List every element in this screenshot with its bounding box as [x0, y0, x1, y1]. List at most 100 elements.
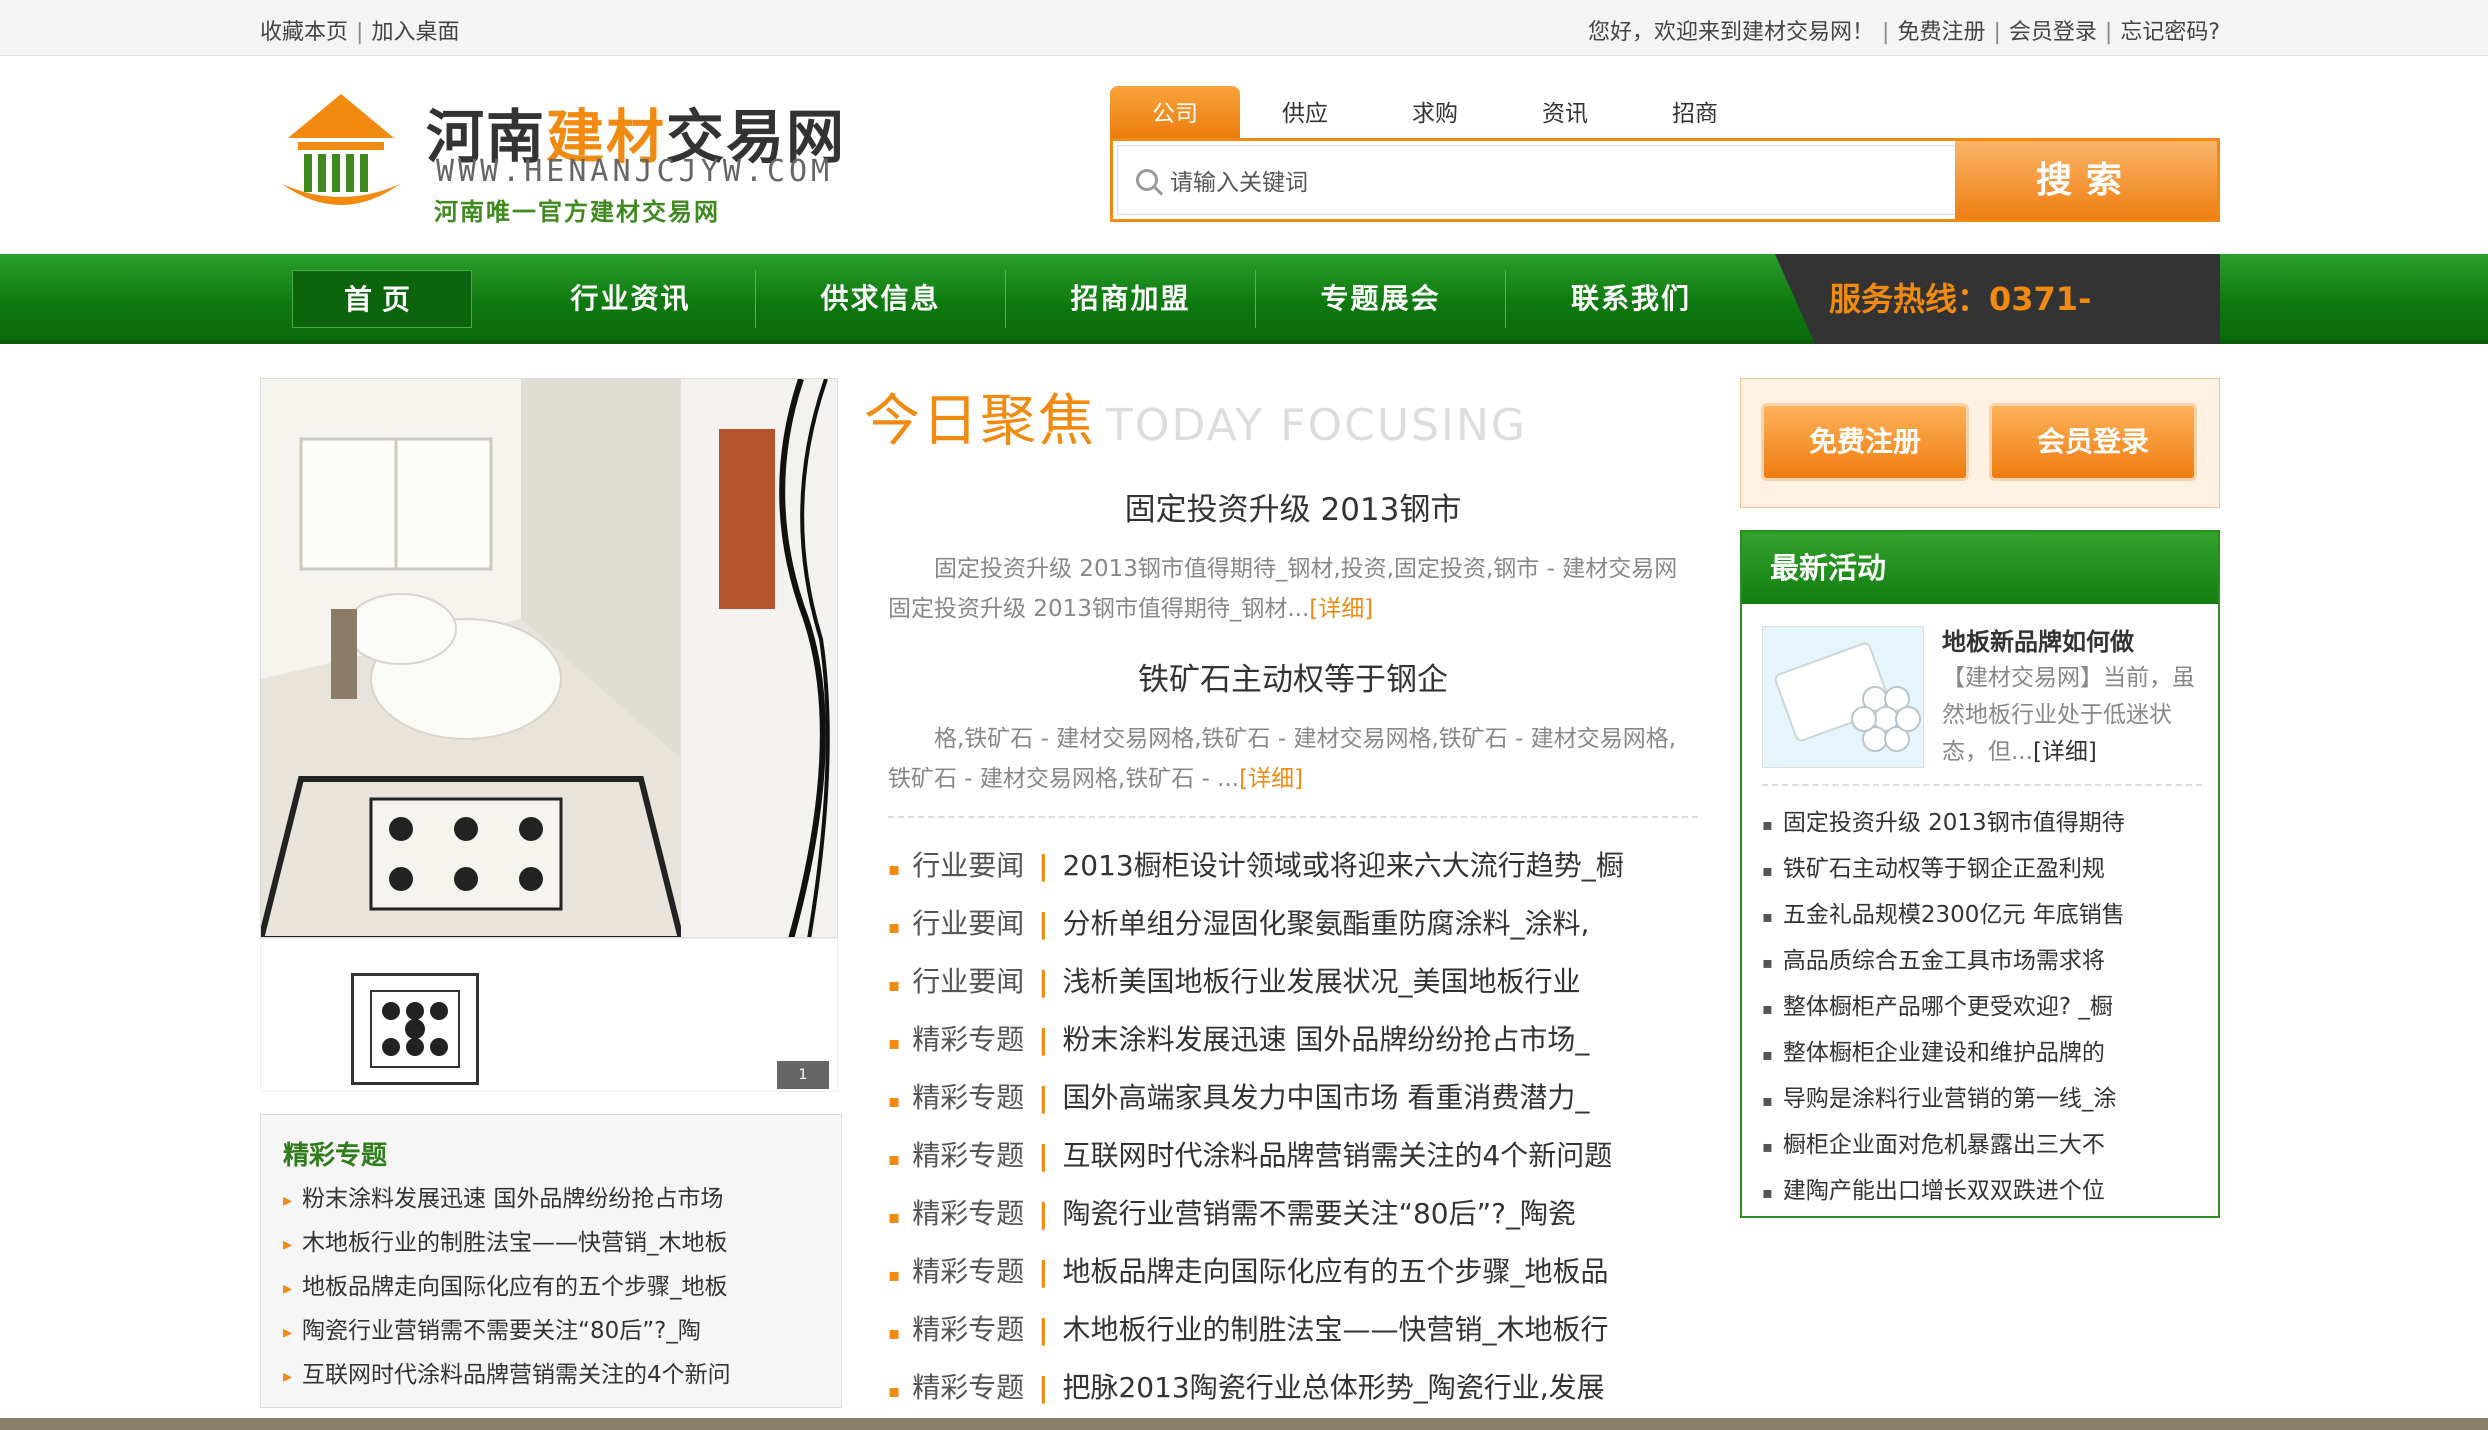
bullet-icon: ▪ [888, 1381, 901, 1402]
article-more-link[interactable]: [详细] [1239, 766, 1303, 792]
list-item[interactable]: 铁矿石主动权等于钢企正盈利规 [1762, 846, 2202, 892]
list-item[interactable]: 橱柜企业面对危机暴露出三大不 [1762, 1122, 2202, 1168]
news-list-item[interactable]: ▪ 精彩专题 | 国外高端家具发力中国市场 看重消费潜力_ [888, 1074, 1698, 1132]
footer-strip [0, 1418, 2488, 1430]
search-icon [1136, 169, 1158, 191]
list-item[interactable]: 导购是涂料行业营销的第一线_涂 [1762, 1076, 2202, 1122]
special-topics-list: 粉末涂料发展迅速 国外品牌纷纷抢占市场 木地板行业的制胜法宝——快营销_木地板 … [283, 1177, 823, 1397]
service-hotline: 服务热线：0371-65805783 [1775, 254, 2220, 344]
news-list-item[interactable]: ▪ 精彩专题 | 地板品牌走向国际化应有的五个步骤_地板品 [888, 1248, 1698, 1306]
search-placeholder: 请输入关键词 [1170, 170, 1308, 196]
search-box: 请输入关键词 搜索 [1110, 138, 2220, 222]
news-list: ▪ 行业要闻 | 2013橱柜设计领域或将迎来六大流行趋势_橱 ▪ 行业要闻 | 分析单组分湿… [888, 842, 1698, 1422]
news-category: 精彩专题 [912, 1371, 1025, 1404]
separator: | [1038, 1313, 1049, 1346]
news-title[interactable]: 浅析美国地板行业发展状况_美国地板行业 [1062, 965, 1580, 998]
search-tab-supply[interactable]: 供应 [1240, 86, 1370, 138]
news-list-item[interactable]: ▪ 行业要闻 | 2013橱柜设计领域或将迎来六大流行趋势_橱 [888, 842, 1698, 900]
top-bar-left: 收藏本页 | 加入桌面 [260, 20, 460, 45]
search-tab-demand[interactable]: 求购 [1370, 86, 1500, 138]
nav-item-home[interactable]: 首页 [292, 270, 472, 328]
list-item[interactable]: 固定投资升级 2013钢市值得期待 [1762, 800, 2202, 846]
top-bar: 收藏本页 | 加入桌面 您好，欢迎来到建材交易网！ | 免费注册 | 会员登录 | 忘记密码? [0, 0, 2488, 56]
forgot-password-link[interactable]: 忘记密码? [2120, 20, 2220, 45]
article-summary: 格,铁矿石 - 建材交易网格,铁矿石 - 建材交易网格,铁矿石 - 建材交易网格… [888, 726, 1677, 792]
list-item[interactable]: 互联网时代涂料品牌营销需关注的4个新问 [283, 1353, 823, 1397]
login-link[interactable]: 会员登录 [2009, 20, 2097, 45]
search-tab-company[interactable]: 公司 [1110, 86, 1240, 138]
news-list-item[interactable]: ▪ 精彩专题 | 木地板行业的制胜法宝——快营销_木地板行 [888, 1306, 1698, 1364]
divider [888, 816, 1698, 818]
news-list-item[interactable]: ▪ 行业要闻 | 浅析美国地板行业发展状况_美国地板行业 [888, 958, 1698, 1016]
add-desktop-link[interactable]: 加入桌面 [371, 20, 459, 45]
news-title[interactable]: 互联网时代涂料品牌营销需关注的4个新问题 [1062, 1139, 1612, 1172]
search-input[interactable]: 请输入关键词 [1117, 145, 1957, 215]
house-logo-icon [282, 94, 400, 205]
bullet-icon: ▪ [888, 1323, 901, 1344]
list-item[interactable]: 粉末涂料发展迅速 国外品牌纷纷抢占市场 [283, 1177, 823, 1221]
list-item[interactable]: 地板品牌走向国际化应有的五个步骤_地板 [283, 1265, 823, 1309]
thumbnail-pager[interactable]: 1 [777, 1061, 829, 1089]
article-more-link[interactable]: [详细] [1309, 596, 1373, 622]
separator: | [1038, 849, 1049, 882]
news-list-item[interactable]: ▪ 精彩专题 | 陶瓷行业营销需不需要关注“80后”?_陶瓷 [888, 1190, 1698, 1248]
news-title[interactable]: 分析单组分湿固化聚氨酯重防腐涂料_涂料, [1062, 907, 1589, 940]
activity-more-link[interactable]: [详细] [2033, 739, 2097, 765]
separator: | [1038, 1255, 1049, 1288]
separator: | [1038, 1023, 1049, 1056]
list-item[interactable]: 木地板行业的制胜法宝——快营销_木地板 [283, 1221, 823, 1265]
bullet-icon: ▪ [888, 1091, 901, 1112]
news-list-item[interactable]: ▪ 精彩专题 | 把脉2013陶瓷行业总体形势_陶瓷行业,发展 [888, 1364, 1698, 1422]
news-category: 行业要闻 [912, 907, 1025, 940]
nav-item-franchise[interactable]: 招商加盟 [1006, 270, 1256, 328]
news-title[interactable]: 粉末涂料发展迅速 国外品牌纷纷抢占市场_ [1062, 1023, 1589, 1056]
focus-title-en: TODAY FOCUSING [1106, 400, 1527, 451]
login-button[interactable]: 会员登录 [1989, 403, 2197, 481]
register-link[interactable]: 免费注册 [1897, 20, 1985, 45]
news-list-item[interactable]: ▪ 精彩专题 | 互联网时代涂料品牌营销需关注的4个新问题 [888, 1132, 1698, 1190]
banner-thumbnail[interactable] [351, 973, 479, 1085]
news-title[interactable]: 国外高端家具发力中国市场 看重消费潜力_ [1062, 1081, 1589, 1114]
separator: | [1038, 1081, 1049, 1114]
activity-image[interactable] [1762, 626, 1924, 768]
interior-photo-icon [261, 379, 837, 937]
news-title[interactable]: 2013橱柜设计领域或将迎来六大流行趋势_橱 [1062, 849, 1623, 882]
bullet-icon: ▪ [888, 1207, 901, 1228]
news-title[interactable]: 地板品牌走向国际化应有的五个步骤_地板品 [1062, 1255, 1608, 1288]
news-title[interactable]: 把脉2013陶瓷行业总体形势_陶瓷行业,发展 [1062, 1371, 1604, 1404]
article-title[interactable]: 固定投资升级 2013钢市 [888, 484, 1698, 529]
article-summary: 固定投资升级 2013钢市值得期待_钢材,投资,固定投资,钢市 - 建材交易网固… [888, 556, 1678, 622]
list-item[interactable]: 整体橱柜产品哪个更受欢迎? _橱 [1762, 984, 2202, 1030]
search-tab-news[interactable]: 资讯 [1500, 86, 1630, 138]
list-item[interactable]: 高品质综合五金工具市场需求将 [1762, 938, 2202, 984]
register-button[interactable]: 免费注册 [1761, 403, 1969, 481]
nav-item-contact[interactable]: 联系我们 [1506, 270, 1756, 328]
list-item[interactable]: 整体橱柜企业建设和维护品牌的 [1762, 1030, 2202, 1076]
article-title[interactable]: 铁矿石主动权等于钢企 [888, 654, 1698, 699]
list-item[interactable]: 五金礼品规模2300亿元 年底销售 [1762, 892, 2202, 938]
focus-title-cn: 今日聚焦 [864, 389, 1096, 454]
bookmark-link[interactable]: 收藏本页 [260, 20, 348, 45]
site-logo[interactable]: 河南建材交易网 WWW.HENANJCJYW.COM 河南唯一官方建材交易网 [276, 86, 856, 226]
news-title[interactable]: 陶瓷行业营销需不需要关注“80后”?_陶瓷 [1062, 1197, 1576, 1230]
news-list-item[interactable]: ▪ 精彩专题 | 粉末涂料发展迅速 国外品牌纷纷抢占市场_ [888, 1016, 1698, 1074]
activity-feature-title[interactable]: 地板新品牌如何做 [1942, 622, 2134, 657]
nav-item-industry-news[interactable]: 行业资讯 [506, 270, 756, 328]
news-title[interactable]: 木地板行业的制胜法宝——快营销_木地板行 [1062, 1313, 1608, 1346]
banner-image[interactable] [260, 378, 838, 938]
pipe-product-icon [1763, 627, 1923, 767]
member-box: 免费注册 会员登录 [1740, 378, 2220, 508]
news-category: 精彩专题 [912, 1197, 1025, 1230]
banner-thumbnails: 1 [260, 938, 838, 1092]
bullet-icon: ▪ [888, 859, 901, 880]
nav-item-supply-demand[interactable]: 供求信息 [756, 270, 1006, 328]
search-tab-invest[interactable]: 招商 [1630, 86, 1760, 138]
latest-activity-title: 最新活动 [1742, 532, 2218, 604]
nav-item-exhibitions[interactable]: 专题展会 [1256, 270, 1506, 328]
news-category: 行业要闻 [912, 849, 1025, 882]
bullet-icon: ▪ [888, 1033, 901, 1054]
list-item[interactable]: 陶瓷行业营销需不需要关注“80后”?_陶 [283, 1309, 823, 1353]
list-item[interactable]: 建陶产能出口增长双双跌进个位 [1762, 1168, 2202, 1214]
search-button[interactable]: 搜索 [1955, 141, 2217, 219]
news-list-item[interactable]: ▪ 行业要闻 | 分析单组分湿固化聚氨酯重防腐涂料_涂料, [888, 900, 1698, 958]
